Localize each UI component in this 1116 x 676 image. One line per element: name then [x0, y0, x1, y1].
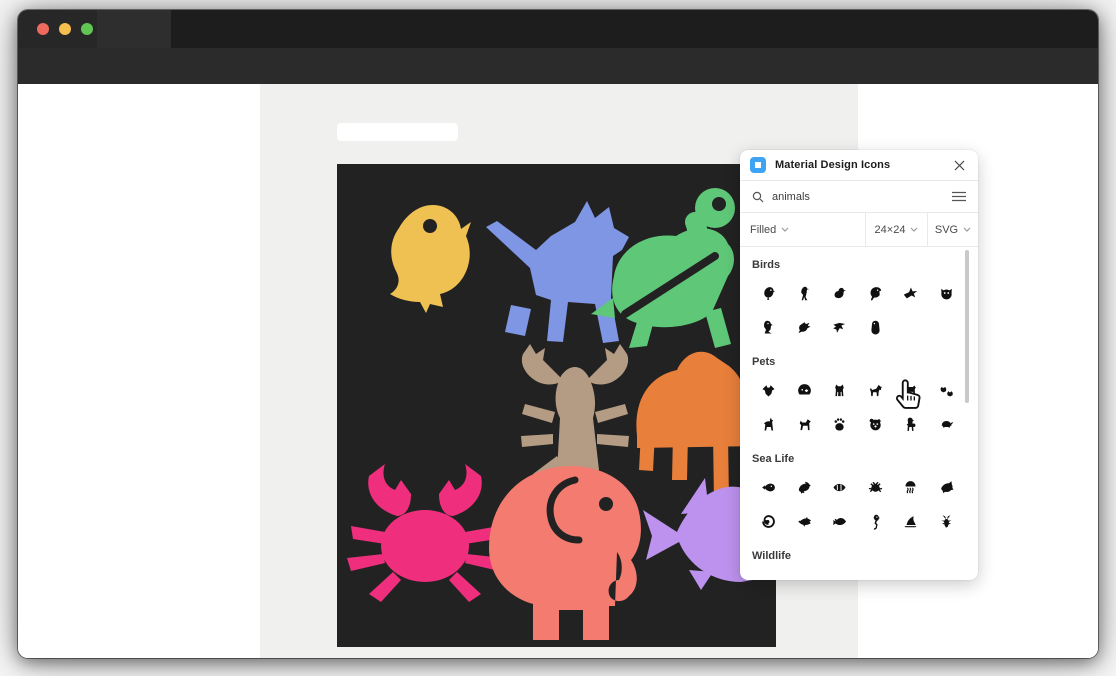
crane-icon[interactable] [787, 276, 823, 310]
crab-icon[interactable] [858, 470, 894, 504]
menu-button[interactable] [952, 191, 966, 202]
icon-results-list: Birds Pets Sea Life Wildlife [740, 247, 978, 580]
close-icon [954, 160, 965, 171]
icon-grid-pets [740, 373, 978, 441]
size-filter-value: 24×24 [875, 224, 906, 236]
seahorse-icon[interactable] [858, 504, 894, 538]
parrot-icon[interactable] [751, 310, 787, 344]
magnifier-icon [752, 191, 764, 203]
minimize-window-button[interactable] [59, 23, 71, 35]
plugin-window: Material Design Icons animals Filled [740, 150, 978, 580]
style-filter-dropdown[interactable]: Filled [740, 213, 866, 246]
plugin-logo [750, 157, 766, 173]
puppy-icon[interactable] [893, 373, 929, 407]
maximize-window-button[interactable] [81, 23, 93, 35]
bass-icon[interactable] [822, 504, 858, 538]
fishbowl-icon[interactable] [787, 373, 823, 407]
search-input[interactable]: animals [772, 191, 810, 203]
cat-and-dog-icon[interactable] [929, 373, 965, 407]
hamburger-icon [952, 191, 966, 202]
app-window: Material Design Icons animals Filled [18, 10, 1098, 658]
cat-icon[interactable] [822, 373, 858, 407]
filter-bar: Filled 24×24 SVG [740, 213, 978, 247]
section-title: Birds [752, 259, 978, 272]
eagle-icon[interactable] [858, 276, 894, 310]
plugin-header[interactable]: Material Design Icons [740, 150, 978, 181]
traffic-lights [37, 23, 95, 35]
bird-icon[interactable] [751, 276, 787, 310]
format-filter-dropdown[interactable]: SVG [928, 213, 978, 246]
poodle-icon[interactable] [893, 407, 929, 441]
plugin-title: Material Design Icons [775, 159, 890, 171]
chevron-down-icon [963, 227, 971, 232]
tab-bar [18, 10, 1098, 48]
icon-grid-birds [740, 276, 978, 344]
duck-icon[interactable] [822, 276, 858, 310]
fish-icon[interactable] [751, 470, 787, 504]
penguin-icon[interactable] [858, 310, 894, 344]
toolbar [18, 48, 1098, 84]
lobster-icon[interactable] [929, 504, 965, 538]
style-filter-value: Filled [750, 224, 776, 236]
layers-panel [18, 84, 260, 658]
section-title: Wildlife [752, 550, 978, 563]
jellyfish-icon[interactable] [893, 470, 929, 504]
close-plugin-button[interactable] [950, 156, 968, 174]
close-window-button[interactable] [37, 23, 49, 35]
section-title: Pets [752, 356, 978, 369]
paw-icon[interactable] [822, 407, 858, 441]
clownfish-icon[interactable] [822, 470, 858, 504]
owl-icon[interactable] [929, 276, 965, 310]
active-file-tab[interactable] [97, 10, 171, 48]
llama-icon[interactable] [751, 407, 787, 441]
flying-bird-icon[interactable] [893, 276, 929, 310]
bear-icon[interactable] [858, 407, 894, 441]
dolphin-icon[interactable] [787, 470, 823, 504]
turtle-icon[interactable] [929, 407, 965, 441]
chevron-down-icon [910, 227, 918, 232]
frame-title-placeholder [337, 123, 458, 141]
scrollbar-thumb[interactable] [965, 250, 969, 403]
size-filter-dropdown[interactable]: 24×24 [866, 213, 928, 246]
search-bar[interactable]: animals [740, 181, 978, 213]
dove-icon[interactable] [787, 310, 823, 344]
chevron-down-icon [781, 227, 789, 232]
icon-grid-sea-life [740, 470, 978, 538]
window-controls [18, 10, 97, 48]
dog-icon[interactable] [858, 373, 894, 407]
animals-artboard[interactable] [337, 164, 776, 647]
nautilus-icon[interactable] [751, 504, 787, 538]
section-title: Sea Life [752, 453, 978, 466]
trout-icon[interactable] [787, 504, 823, 538]
wolf-icon[interactable] [751, 373, 787, 407]
hummingbird-icon[interactable] [822, 310, 858, 344]
format-filter-value: SVG [935, 224, 958, 236]
terrier-icon[interactable] [787, 407, 823, 441]
shark-icon[interactable] [893, 504, 929, 538]
salmon-icon[interactable] [929, 470, 965, 504]
